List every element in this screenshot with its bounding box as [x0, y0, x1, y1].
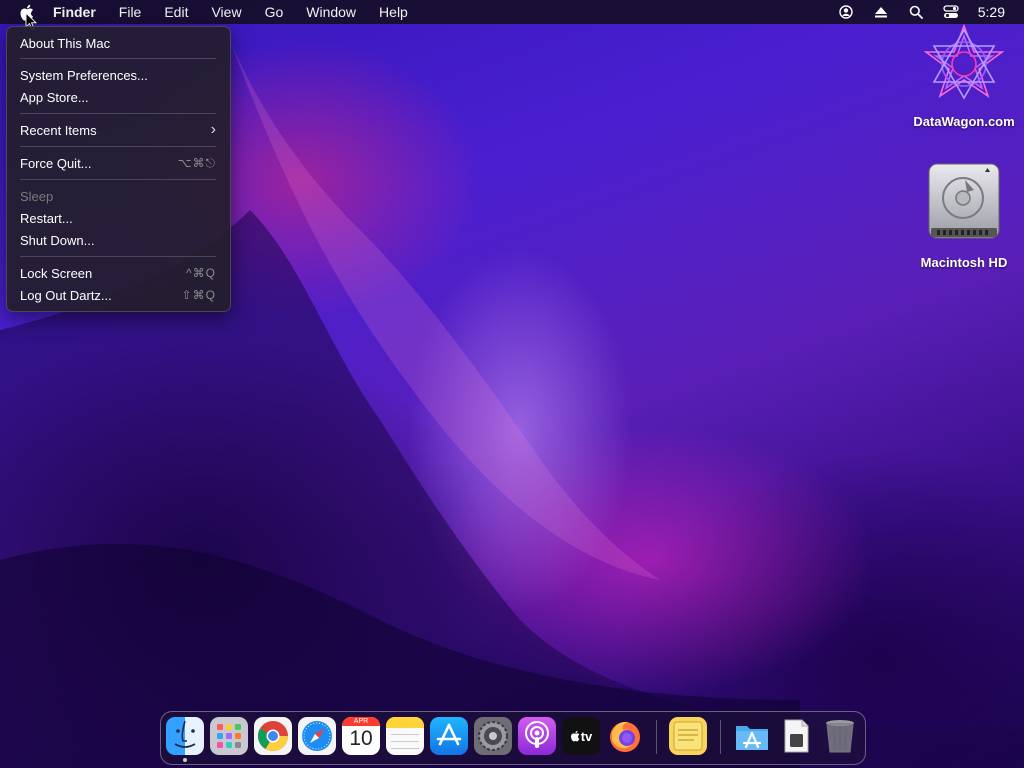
menu-item-about-this-mac[interactable]: About This Mac: [20, 33, 216, 53]
dock-calendar-icon[interactable]: APR 10: [342, 717, 380, 755]
menu-item-label: Restart...: [20, 210, 73, 226]
menu-item-force-quit[interactable]: Force Quit... ⌥⌘⎋: [20, 153, 216, 173]
menu-item-system-preferences[interactable]: System Preferences...: [20, 65, 216, 85]
dock-apple-tv-icon[interactable]: tv: [562, 717, 600, 755]
user-account-icon[interactable]: [838, 4, 854, 20]
desktop-icon-label: Macintosh HD: [920, 255, 1008, 270]
desktop-icon-macintosh-hd[interactable]: Macintosh HD: [904, 162, 1024, 270]
dock-trash-icon[interactable]: [821, 717, 859, 755]
spotlight-search-icon[interactable]: [908, 4, 924, 20]
dock-notes-icon[interactable]: [386, 717, 424, 755]
menu-item-label: System Preferences...: [20, 67, 148, 83]
menu-finder[interactable]: Finder: [53, 4, 96, 20]
menu-bar: Finder File Edit View Go Window Help 5:2…: [0, 0, 1024, 24]
menu-item-label: Recent Items: [20, 122, 97, 138]
eject-icon[interactable]: [873, 4, 889, 20]
dock: APR 10 tv: [160, 711, 866, 765]
menu-item-label: Shut Down...: [20, 232, 95, 248]
datawagon-logo-icon: [923, 24, 1005, 100]
menu-separator: [20, 113, 216, 114]
dock-applications-folder-icon[interactable]: [733, 717, 771, 755]
dock-launchpad-icon[interactable]: [210, 717, 248, 755]
dock-firefox-icon[interactable]: [606, 717, 644, 755]
dock-system-preferences-icon[interactable]: [474, 717, 512, 755]
dock-separator: [656, 720, 657, 754]
dock-stickies-icon[interactable]: [669, 717, 707, 755]
apple-tv-label: tv: [580, 728, 593, 744]
menu-separator: [20, 256, 216, 257]
dock-finder-icon[interactable]: [166, 717, 204, 755]
menu-separator: [20, 58, 216, 59]
menu-separator: [20, 179, 216, 180]
menu-file[interactable]: File: [119, 4, 142, 20]
menu-shortcut: ⇧⌘Q: [181, 288, 216, 302]
desktop-icon-label: DataWagon.com: [913, 114, 1015, 129]
menu-item-restart[interactable]: Restart...: [20, 208, 216, 228]
menu-item-label: Log Out Dartz...: [20, 287, 112, 303]
menu-item-label: Force Quit...: [20, 155, 92, 171]
menu-item-recent-items[interactable]: Recent Items ›: [20, 120, 216, 140]
menu-item-sleep: Sleep: [20, 186, 216, 206]
menu-item-label: Sleep: [20, 188, 54, 204]
menu-item-lock-screen[interactable]: Lock Screen ^⌘Q: [20, 263, 216, 283]
control-center-icon[interactable]: [943, 4, 959, 20]
menu-item-label: Lock Screen: [20, 265, 93, 281]
calendar-month: APR: [342, 717, 380, 726]
menu-window[interactable]: Window: [306, 4, 356, 20]
hard-drive-icon: [928, 163, 1000, 239]
menu-item-label: App Store...: [20, 89, 89, 105]
desktop-icon-datawagon[interactable]: DataWagon.com: [904, 24, 1024, 129]
running-indicator: [183, 758, 187, 762]
dock-separator: [720, 720, 721, 754]
dock-app-store-icon[interactable]: [430, 717, 468, 755]
submenu-chevron-icon: ›: [210, 121, 216, 138]
dock-safari-icon[interactable]: [298, 717, 336, 755]
dock-document-icon[interactable]: [777, 717, 815, 755]
menu-item-label: About This Mac: [20, 35, 111, 51]
menu-shortcut: ^⌘Q: [186, 266, 216, 280]
calendar-day: 10: [349, 727, 373, 750]
menu-item-app-store[interactable]: App Store...: [20, 87, 216, 107]
apple-menu-dropdown: About This Mac System Preferences... App…: [6, 26, 231, 312]
menu-item-log-out[interactable]: Log Out Dartz... ⇧⌘Q: [20, 285, 216, 305]
menu-go[interactable]: Go: [265, 4, 284, 20]
menu-item-shut-down[interactable]: Shut Down...: [20, 230, 216, 250]
menubar-clock[interactable]: 5:29: [978, 4, 1005, 20]
dock-podcasts-icon[interactable]: [518, 717, 556, 755]
dock-chrome-icon[interactable]: [254, 717, 292, 755]
menu-shortcut: ⌥⌘⎋: [177, 155, 216, 170]
menu-edit[interactable]: Edit: [164, 4, 188, 20]
menu-help[interactable]: Help: [379, 4, 408, 20]
menu-separator: [20, 146, 216, 147]
menu-view[interactable]: View: [211, 4, 241, 20]
